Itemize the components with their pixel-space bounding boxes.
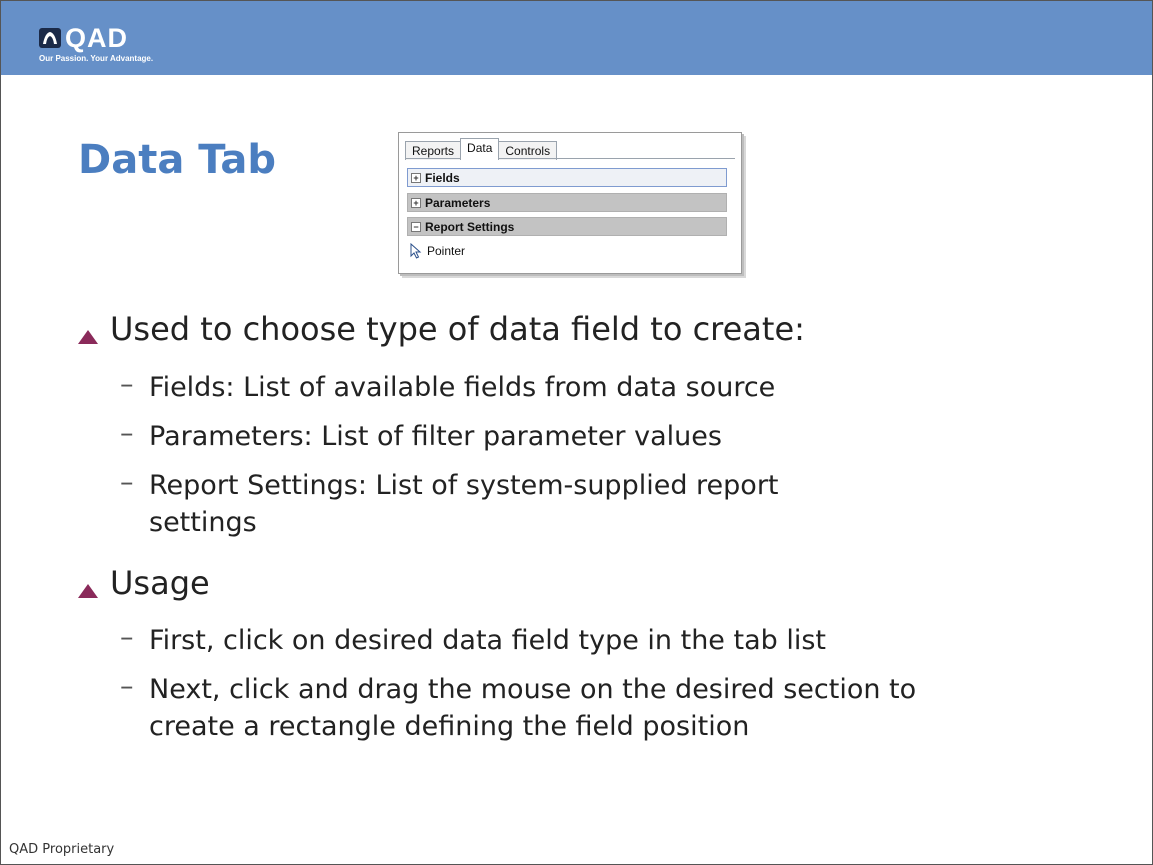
section-label: Fields [425,170,460,185]
qad-logo-icon [39,28,61,48]
sub-bullet-item: Next, click and drag the mouse on the de… [149,674,917,742]
sub-bullet-item: Parameters: List of filter parameter val… [149,421,722,452]
footer-text: QAD Proprietary [9,842,115,857]
section-fields[interactable]: + Fields [407,168,727,187]
sub-bullet-item: Report Settings: List of system-supplied… [149,470,779,538]
section-label: Parameters [425,195,491,210]
section-label: Report Settings [425,219,515,234]
logo-text: QAD [65,23,128,53]
bullet-triangle-icon [78,584,98,598]
expand-icon[interactable]: + [411,197,421,208]
dash-marker: – [120,369,134,400]
data-tab-panel-screenshot: Reports Data Controls + Fields + Paramet… [398,132,742,274]
dash-marker: – [120,671,134,702]
dash-marker: – [120,467,134,498]
section-parameters[interactable]: + Parameters [407,193,727,212]
pointer-arrow-icon [410,243,422,259]
dash-marker: – [120,622,134,653]
bullet-triangle-icon [78,330,98,344]
sub-bullet-item: Fields: List of available fields from da… [149,372,776,403]
pointer-label: Pointer [427,244,466,258]
tabs-divider [405,158,735,159]
header-bar: QAD Our Passion. Your Advantage. [1,1,1152,75]
expand-icon[interactable]: + [411,172,421,183]
collapse-icon[interactable]: − [411,221,421,232]
bullet-item: Usage [110,564,210,602]
pointer-item[interactable]: Pointer [409,243,465,259]
sub-bullet-item: First, click on desired data field type … [149,625,827,656]
section-report-settings[interactable]: − Report Settings [407,217,727,236]
slide-title: Data Tab [78,137,276,183]
bullet-item: Used to choose type of data field to cre… [110,310,805,348]
dash-marker: – [120,418,134,449]
tab-data[interactable]: Data [460,138,500,160]
logo-tagline: Our Passion. Your Advantage. [39,54,154,63]
panel-tabs: Reports Data Controls [405,138,558,160]
qad-logo: QAD Our Passion. Your Advantage. [39,24,189,74]
